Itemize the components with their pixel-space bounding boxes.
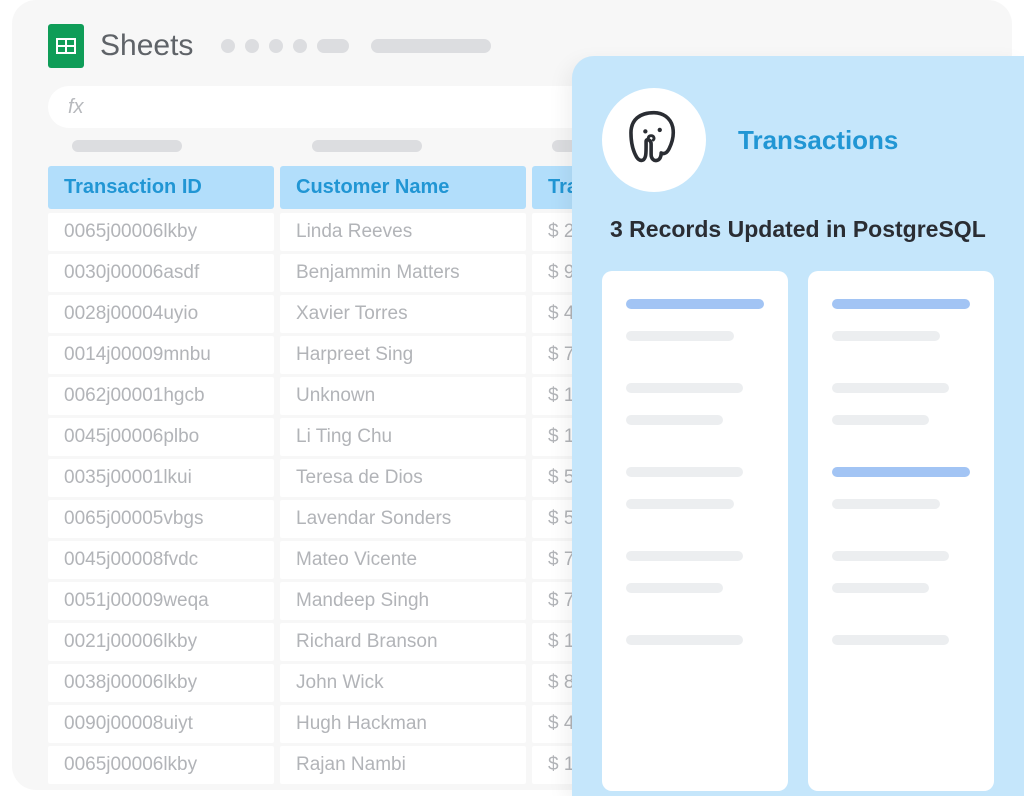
cell-transaction-id[interactable]: 0035j00001lkui: [48, 459, 274, 497]
cell-customer-name[interactable]: Hugh Hackman: [280, 705, 526, 743]
cell-customer-name[interactable]: Lavendar Sonders: [280, 500, 526, 538]
cell-transaction-id[interactable]: 0090j00008uiyt: [48, 705, 274, 743]
cell-customer-name[interactable]: John Wick: [280, 664, 526, 702]
column-header-transaction-id[interactable]: Transaction ID: [48, 166, 274, 209]
cell-transaction-id[interactable]: 0038j00006lkby: [48, 664, 274, 702]
cell-transaction-id[interactable]: 0045j00008fvdc: [48, 541, 274, 579]
postgresql-logo-icon: [602, 88, 706, 192]
cell-transaction-id[interactable]: 0030j00006asdf: [48, 254, 274, 292]
cell-transaction-id[interactable]: 0065j00006lkby: [48, 746, 274, 784]
sheets-logo-icon: [48, 24, 84, 68]
column-header-customer-name[interactable]: Customer Name: [280, 166, 526, 209]
cell-transaction-id[interactable]: 0065j00006lkby: [48, 213, 274, 251]
cell-transaction-id[interactable]: 0051j00009weqa: [48, 582, 274, 620]
cell-customer-name[interactable]: Rajan Nambi: [280, 746, 526, 784]
cell-customer-name[interactable]: Unknown: [280, 377, 526, 415]
cell-customer-name[interactable]: Richard Branson: [280, 623, 526, 661]
cell-transaction-id[interactable]: 0021j00006lkby: [48, 623, 274, 661]
overlay-title: Transactions: [738, 125, 898, 156]
overlay-header: Transactions: [602, 88, 994, 192]
postgresql-overlay: Transactions 3 Records Updated in Postgr…: [572, 56, 1024, 796]
cell-transaction-id[interactable]: 0028j00004uyio: [48, 295, 274, 333]
cell-transaction-id[interactable]: 0045j00006plbo: [48, 418, 274, 456]
cell-transaction-id[interactable]: 0065j00005vbgs: [48, 500, 274, 538]
cell-customer-name[interactable]: Li Ting Chu: [280, 418, 526, 456]
cell-transaction-id[interactable]: 0014j00009mnbu: [48, 336, 274, 374]
overlay-subtitle: 3 Records Updated in PostgreSQL: [602, 216, 994, 243]
cell-customer-name[interactable]: Teresa de Dios: [280, 459, 526, 497]
cell-customer-name[interactable]: Mandeep Singh: [280, 582, 526, 620]
cell-customer-name[interactable]: Benjammin Matters: [280, 254, 526, 292]
toolbar-placeholder: [221, 39, 491, 53]
record-card: [808, 271, 994, 791]
cell-customer-name[interactable]: Linda Reeves: [280, 213, 526, 251]
cell-customer-name[interactable]: Xavier Torres: [280, 295, 526, 333]
cell-customer-name[interactable]: Harpreet Sing: [280, 336, 526, 374]
record-card: [602, 271, 788, 791]
cell-customer-name[interactable]: Mateo Vicente: [280, 541, 526, 579]
app-title: Sheets: [100, 29, 193, 63]
cell-transaction-id[interactable]: 0062j00001hgcb: [48, 377, 274, 415]
formula-label: fx: [68, 96, 84, 119]
records-preview: [602, 271, 994, 791]
